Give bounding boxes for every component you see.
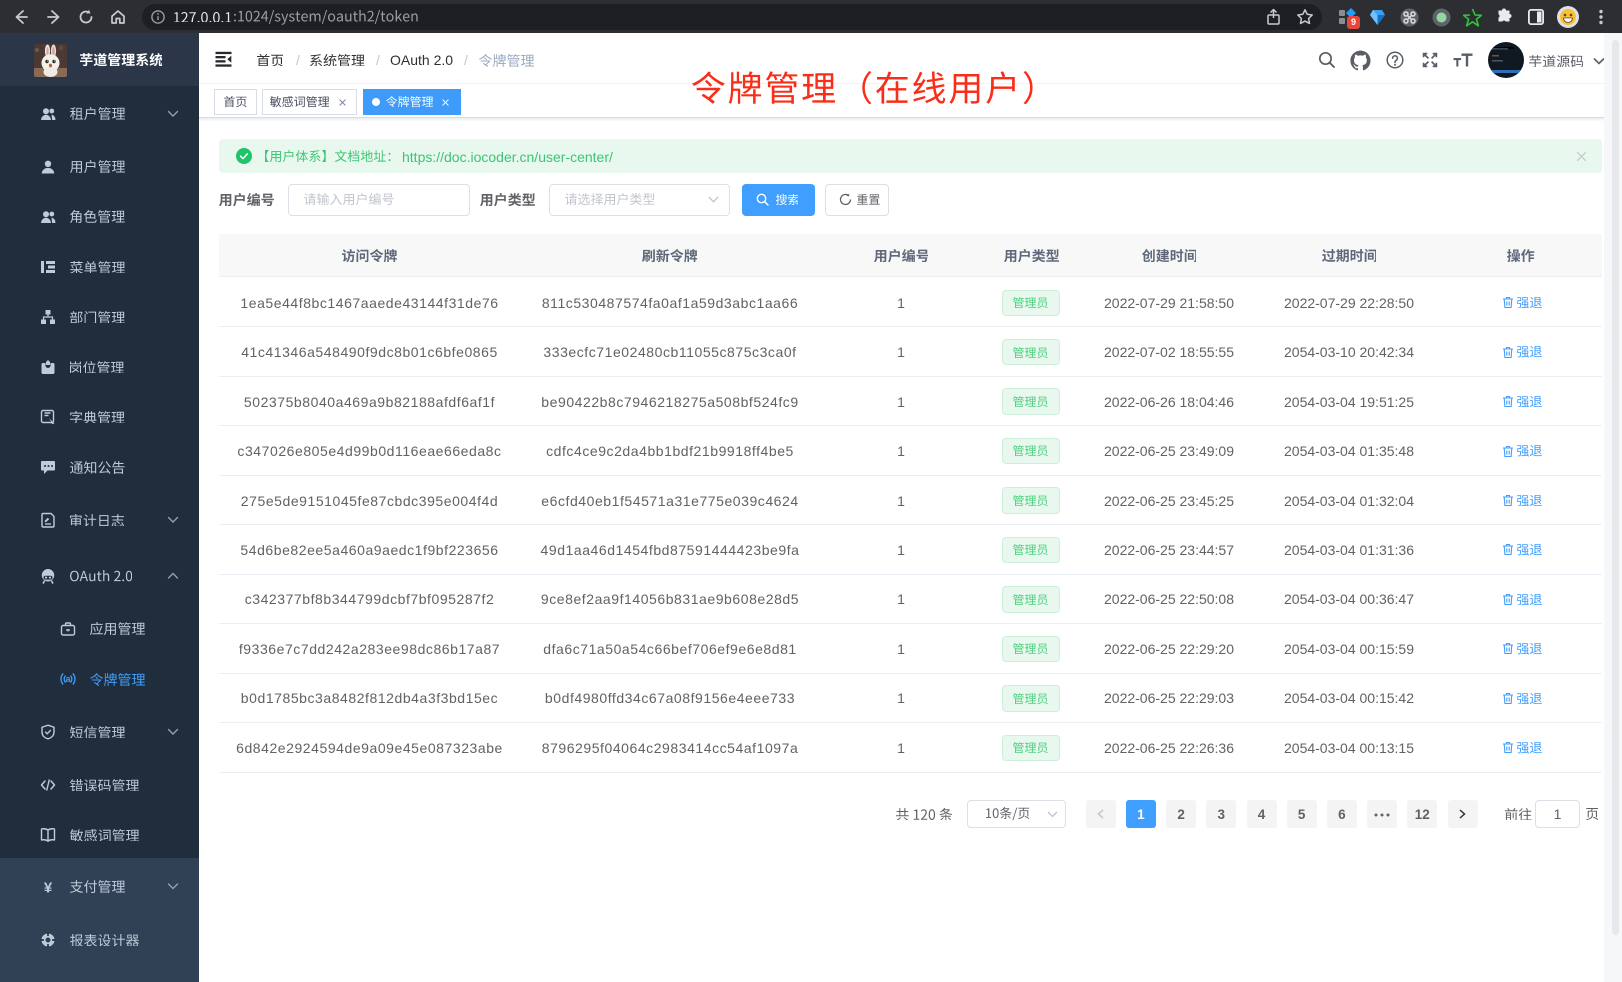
svg-text:¥: ¥ [44, 879, 53, 895]
